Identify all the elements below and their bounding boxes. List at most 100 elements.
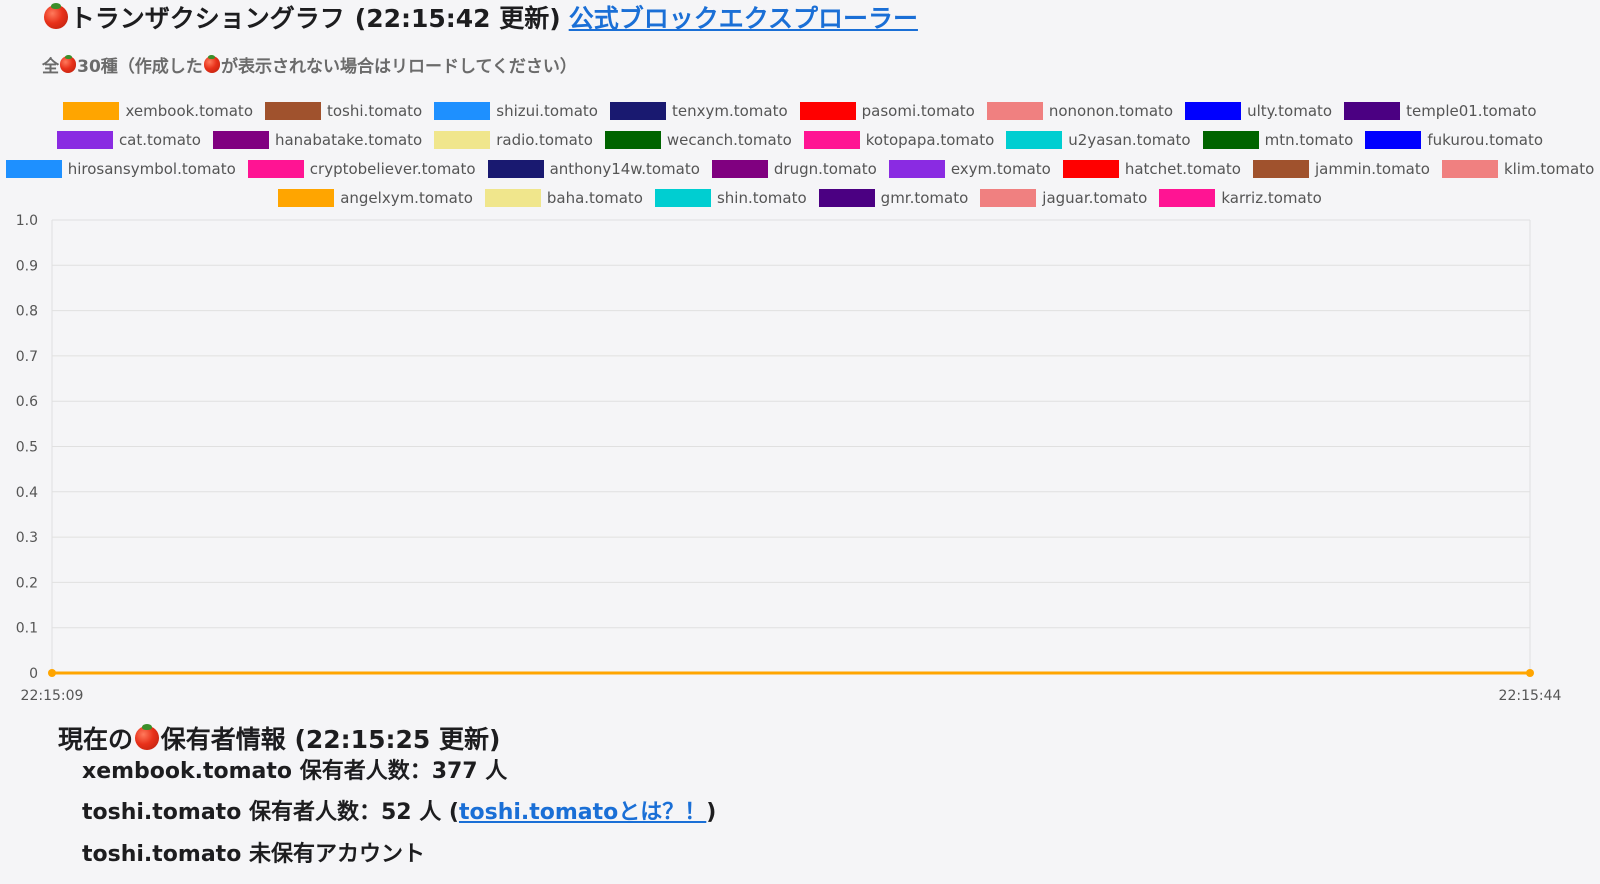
legend-item[interactable]: exym.tomato	[888, 159, 1051, 178]
legend-item[interactable]: mtn.tomato	[1202, 130, 1354, 149]
legend-label: cat.tomato	[118, 130, 201, 149]
legend-item[interactable]: drugn.tomato	[711, 159, 877, 178]
legend-swatch	[1202, 130, 1259, 149]
legend-label: xembook.tomato	[125, 101, 253, 120]
legend-item[interactable]: hatchet.tomato	[1062, 159, 1241, 178]
legend-item[interactable]: klim.tomato	[1441, 159, 1595, 178]
page-title: トランザクショングラフ (22:15:42 更新) 公式ブロックエクスプローラー	[44, 0, 918, 34]
legend-item[interactable]: wecanch.tomato	[604, 130, 792, 149]
legend-row: hirosansymbol.tomato cryptobeliever.tomat…	[0, 154, 1600, 183]
tomato-icon	[44, 3, 68, 29]
legend-item[interactable]: gmr.tomato	[818, 188, 969, 207]
legend-item[interactable]: shin.tomato	[654, 188, 807, 207]
legend-label: radio.tomato	[496, 130, 593, 149]
legend-swatch	[1006, 130, 1063, 149]
legend-item[interactable]: tenxym.tomato	[609, 101, 788, 120]
legend-swatch	[986, 101, 1043, 120]
legend-swatch	[654, 188, 711, 207]
legend-label: cryptobeliever.tomato	[309, 159, 476, 178]
legend-label: hanabatake.tomato	[274, 130, 423, 149]
legend-label: fukurou.tomato	[1427, 130, 1544, 149]
legend-item[interactable]: xembook.tomato	[63, 101, 253, 120]
subtitle-text: 30種（作成した	[77, 57, 203, 77]
legend-label: pasomi.tomato	[861, 101, 975, 120]
legend-item[interactable]: cryptobeliever.tomato	[247, 159, 476, 178]
chart-legend: xembook.tomato toshi.tomato shizui.tomato t…	[0, 96, 1600, 212]
legend-label: karriz.tomato	[1221, 188, 1322, 207]
x-tick-label: 22:15:44	[1499, 688, 1562, 704]
legend-item[interactable]: kotopapa.tomato	[803, 130, 994, 149]
legend-swatch	[56, 130, 113, 149]
legend-label: toshi.tomato	[327, 101, 423, 120]
subtitle: 全 30種（作成した が表示されない場合はリロードしてください）	[42, 52, 577, 77]
legend-swatch	[212, 130, 269, 149]
toshi-info-link[interactable]: toshi.tomatoとは？！	[459, 800, 706, 825]
holder-count-toshi-text: toshi.tomato 保有者人数：52 人 (	[82, 800, 459, 825]
holder-count-toshi: toshi.tomato 保有者人数：52 人 (toshi.tomatoとは？…	[82, 794, 716, 826]
legend-item[interactable]: jammin.tomato	[1252, 159, 1430, 178]
y-tick-label: 0.3	[16, 530, 38, 546]
legend-swatch	[803, 130, 860, 149]
legend-item[interactable]: angelxym.tomato	[278, 188, 473, 207]
legend-item[interactable]: temple01.tomato	[1344, 101, 1537, 120]
legend-swatch	[278, 188, 335, 207]
legend-label: baha.tomato	[546, 188, 643, 207]
legend-label: angelxym.tomato	[340, 188, 473, 207]
y-tick-label: 0.2	[16, 575, 38, 591]
legend-item[interactable]: cat.tomato	[56, 130, 201, 149]
legend-item[interactable]: u2yasan.tomato	[1006, 130, 1191, 149]
legend-label: hirosansymbol.tomato	[67, 159, 236, 178]
legend-item[interactable]: anthony14w.tomato	[487, 159, 700, 178]
legend-label: drugn.tomato	[773, 159, 877, 178]
y-tick-label: 0	[29, 666, 38, 682]
page-title-text: トランザクショングラフ	[69, 4, 345, 33]
holders-title-prefix: 現在の	[58, 725, 134, 754]
legend-swatch	[799, 101, 856, 120]
legend-item[interactable]: hirosansymbol.tomato	[5, 159, 236, 178]
legend-row: cat.tomato hanabatake.tomato radio.tomato w…	[0, 125, 1600, 154]
legend-label: mtn.tomato	[1264, 130, 1354, 149]
legend-item[interactable]: radio.tomato	[434, 130, 593, 149]
legend-swatch	[1062, 159, 1119, 178]
legend-swatch	[1159, 188, 1216, 207]
legend-label: shin.tomato	[716, 188, 807, 207]
holder-count-xembook: xembook.tomato 保有者人数：377 人	[82, 759, 508, 784]
legend-label: tenxym.tomato	[671, 101, 788, 120]
legend-label: jammin.tomato	[1314, 159, 1430, 178]
y-tick-label: 0.8	[16, 304, 38, 320]
toshi-non-holders: toshi.tomato 未保有アカウント	[82, 842, 425, 867]
holders-title-suffix: 保有者情報 (22:15:25 更新)	[160, 725, 501, 754]
legend-item[interactable]: karriz.tomato	[1159, 188, 1322, 207]
legend-swatch	[604, 130, 661, 149]
legend-swatch	[434, 101, 491, 120]
legend-row: xembook.tomato toshi.tomato shizui.tomato t…	[0, 96, 1600, 125]
tomato-icon	[203, 55, 220, 73]
holders-title: 現在の 保有者情報 (22:15:25 更新)	[58, 720, 500, 756]
tomato-icon	[135, 724, 159, 750]
legend-swatch	[1365, 130, 1422, 149]
legend-label: gmr.tomato	[880, 188, 969, 207]
legend-item[interactable]: fukurou.tomato	[1365, 130, 1544, 149]
legend-item[interactable]: shizui.tomato	[434, 101, 598, 120]
legend-label: temple01.tomato	[1406, 101, 1537, 120]
legend-label: nononon.tomato	[1048, 101, 1174, 120]
legend-item[interactable]: baha.tomato	[484, 188, 643, 207]
x-tick-label: 22:15:09	[21, 688, 84, 704]
legend-item[interactable]: nononon.tomato	[986, 101, 1174, 120]
y-tick-label: 1.0	[16, 213, 38, 229]
legend-item[interactable]: ulty.tomato	[1185, 101, 1332, 120]
legend-label: exym.tomato	[950, 159, 1051, 178]
y-tick-label: 0.9	[16, 258, 38, 274]
legend-item[interactable]: hanabatake.tomato	[212, 130, 423, 149]
legend-swatch	[63, 101, 120, 120]
page-update-time: (22:15:42 更新)	[354, 4, 561, 33]
legend-item[interactable]: jaguar.tomato	[980, 188, 1147, 207]
legend-label: klim.tomato	[1503, 159, 1595, 178]
legend-swatch	[247, 159, 304, 178]
legend-swatch	[1441, 159, 1498, 178]
explorer-link[interactable]: 公式ブロックエクスプローラー	[569, 0, 918, 35]
legend-item[interactable]: pasomi.tomato	[799, 101, 975, 120]
legend-swatch	[434, 130, 491, 149]
data-point	[48, 669, 56, 677]
legend-item[interactable]: toshi.tomato	[265, 101, 423, 120]
